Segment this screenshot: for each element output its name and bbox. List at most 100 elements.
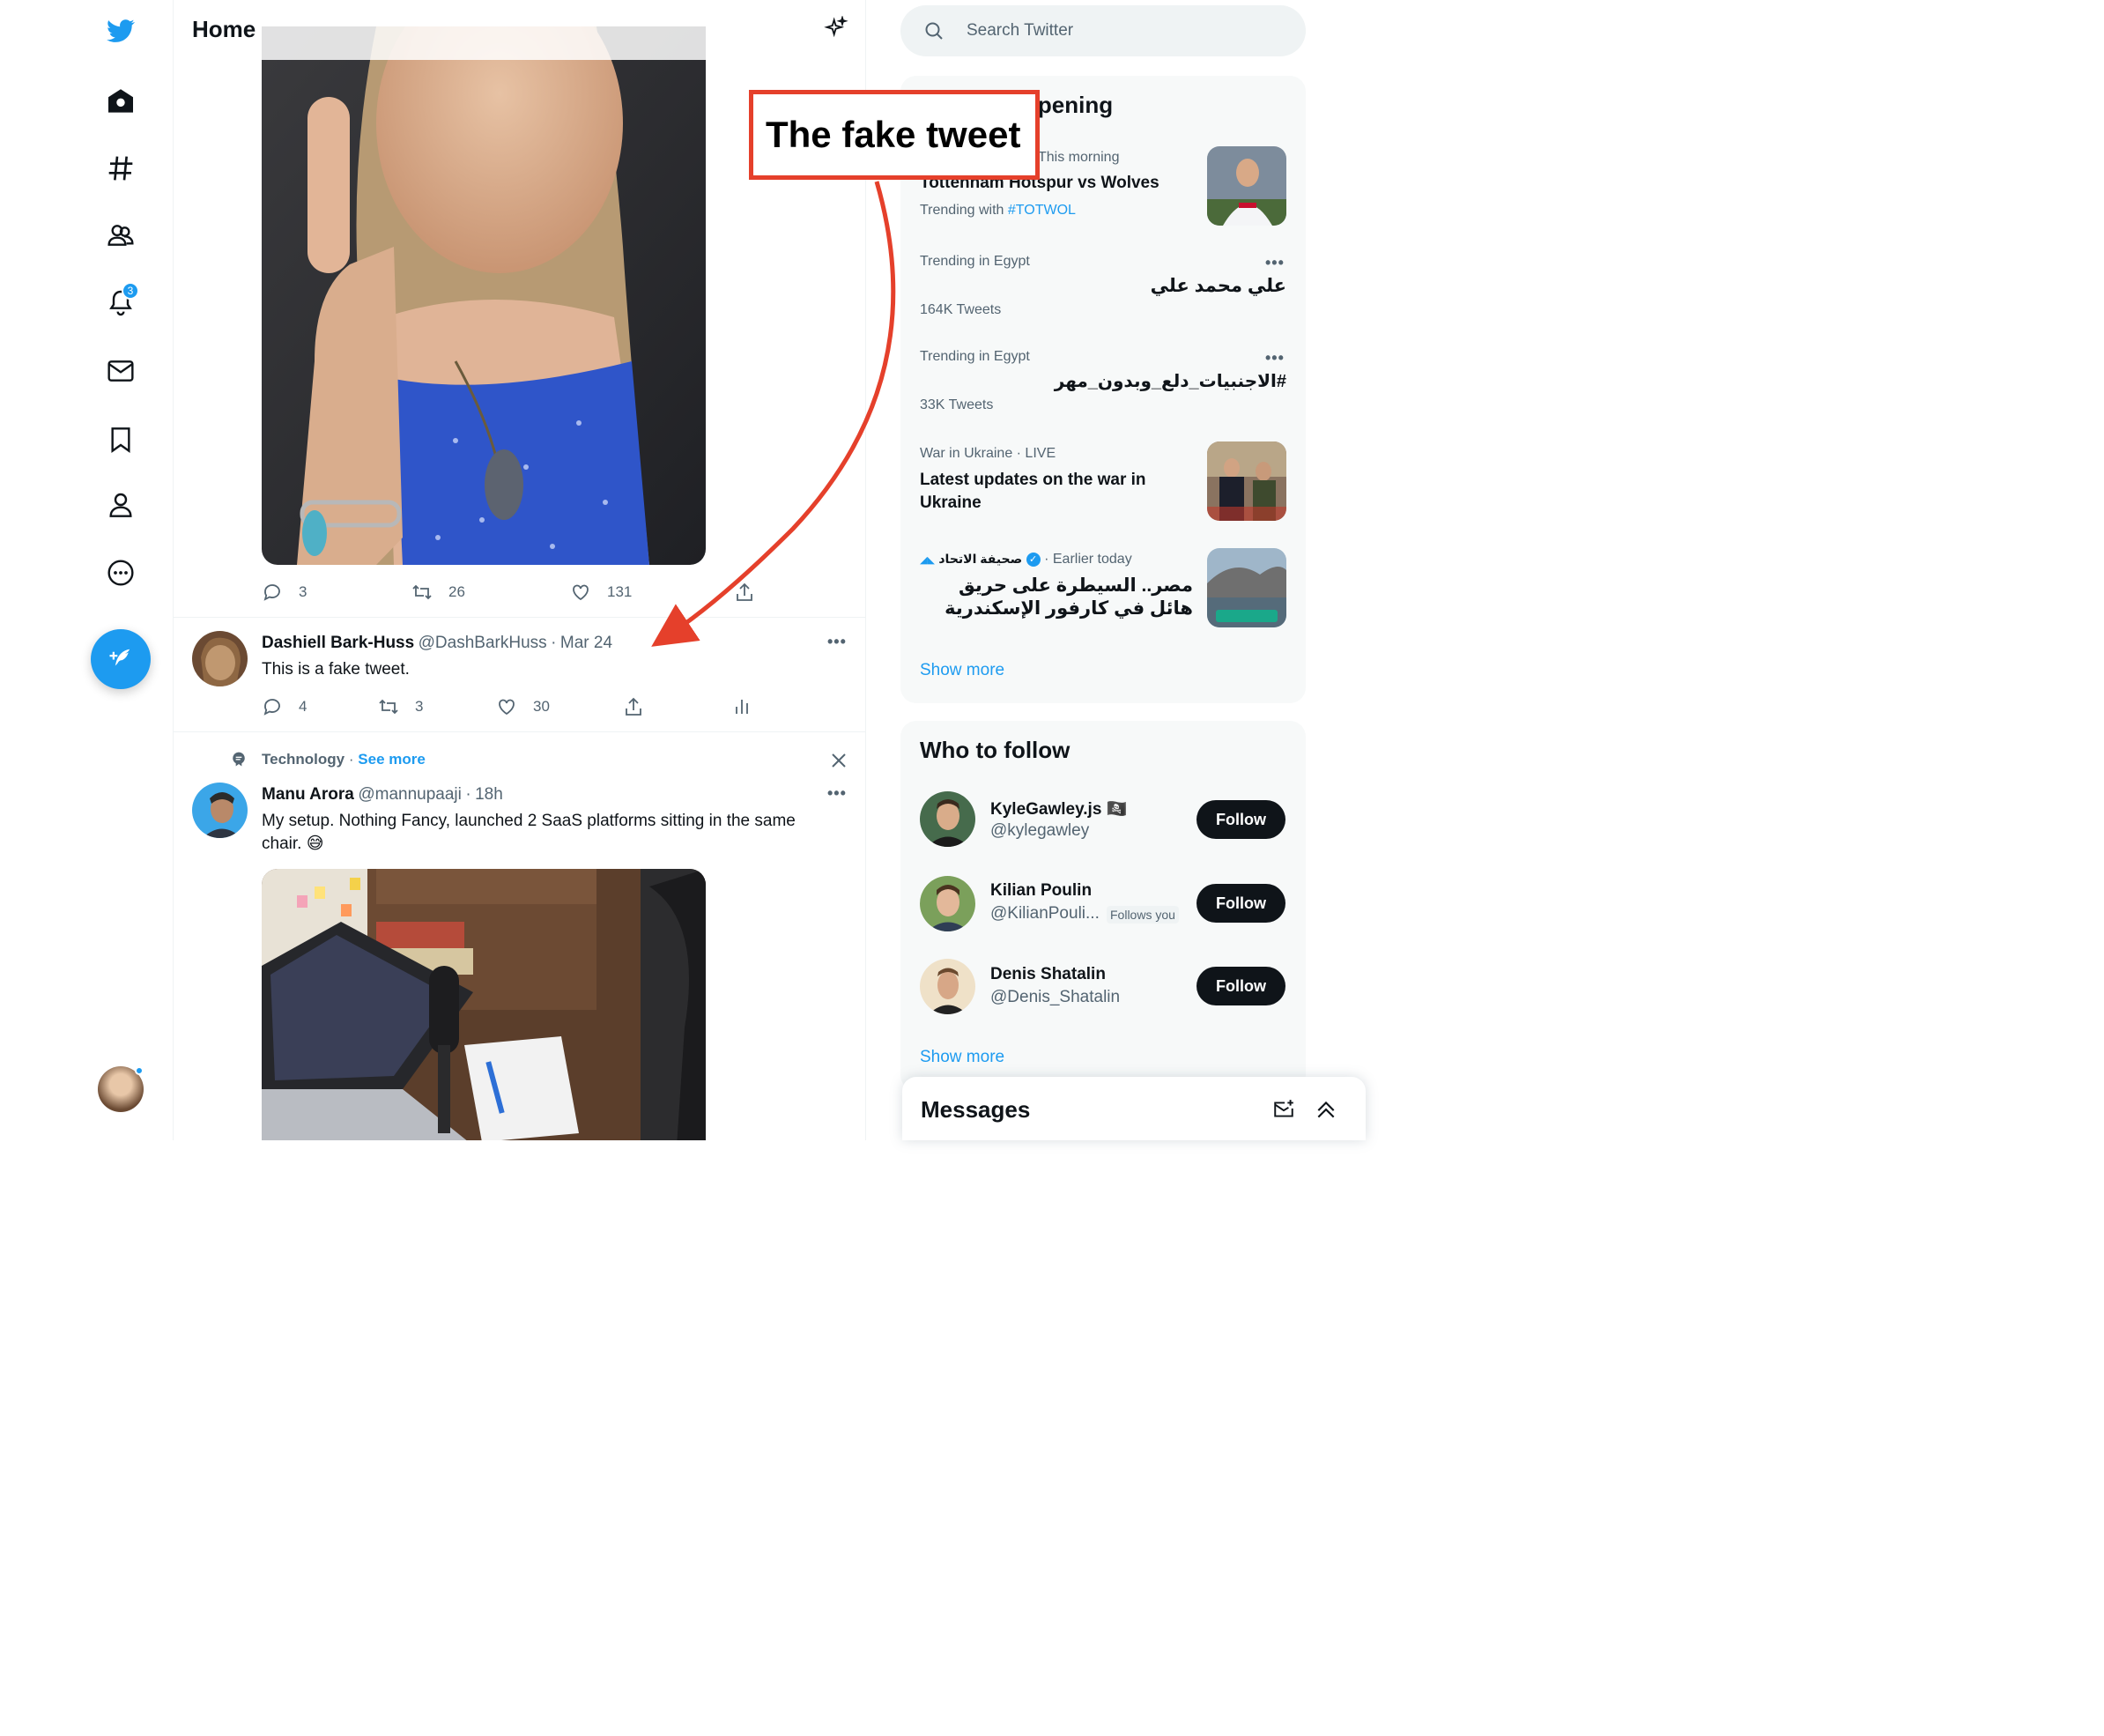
- trend-thumbnail[interactable]: [1207, 146, 1286, 226]
- more-options-icon[interactable]: •••: [827, 784, 847, 803]
- follow-user-name[interactable]: Kilian Poulin: [990, 881, 1092, 901]
- retweet-icon: [412, 584, 432, 600]
- tweet-header: Dashiell Bark-Huss @DashBarkHuss · Mar 2…: [262, 634, 612, 653]
- expand-chevron-up-icon[interactable]: [1315, 1098, 1337, 1121]
- tweet-photo-desk-setup[interactable]: [262, 869, 706, 1140]
- avatar[interactable]: [920, 959, 975, 1014]
- show-more-link[interactable]: Show more: [920, 661, 1004, 680]
- bookmark-icon[interactable]: [99, 418, 143, 462]
- author-handle[interactable]: @mannupaaji: [358, 785, 462, 804]
- trend-tweet-count: 164K Tweets: [920, 302, 1002, 317]
- follow-user-name[interactable]: KyleGawley.js 🏴‍☠️: [990, 798, 1127, 820]
- like-action[interactable]: 30: [496, 696, 550, 717]
- analytics-action[interactable]: [731, 696, 752, 717]
- share-action[interactable]: [734, 582, 755, 603]
- trend-thumbnail[interactable]: [1207, 441, 1286, 521]
- topic-context: Technology · See more: [262, 751, 426, 768]
- more-options-icon[interactable]: •••: [1265, 349, 1285, 367]
- avatar[interactable]: [920, 791, 975, 847]
- reply-action[interactable]: 4: [262, 696, 307, 717]
- communities-icon[interactable]: [99, 213, 143, 257]
- trend-title[interactable]: #الاجنبيات_دلع_وبدون_مهر: [1055, 370, 1286, 392]
- avatar[interactable]: [192, 783, 248, 838]
- dot-separator: ·: [465, 785, 471, 804]
- close-icon[interactable]: [828, 750, 849, 775]
- messages-drawer[interactable]: Messages: [902, 1077, 1366, 1140]
- top-tweets-sparkle-icon[interactable]: [824, 15, 848, 45]
- reply-count: 3: [299, 583, 307, 600]
- follow-button[interactable]: Follow: [1196, 967, 1285, 1005]
- more-icon[interactable]: [99, 551, 143, 595]
- source-name[interactable]: صحيفة الاتحاد: [938, 552, 1022, 566]
- more-options-icon[interactable]: •••: [827, 633, 847, 651]
- more-options-icon[interactable]: •••: [1265, 254, 1285, 272]
- home-icon[interactable]: [99, 79, 143, 123]
- notifications-badge: 3: [122, 282, 139, 300]
- follows-you-badge: Follows you: [1107, 906, 1179, 924]
- show-more-link[interactable]: Show more: [920, 1048, 1004, 1067]
- trend-source-line: ◢◣ صحيفة الاتحاد ✓ · Earlier today: [920, 552, 1132, 568]
- avatar[interactable]: [192, 631, 248, 686]
- trend-title[interactable]: Latest updates on the war in Ukraine: [920, 469, 1184, 515]
- retweet-action[interactable]: 3: [378, 696, 423, 717]
- unread-dot: [135, 1066, 144, 1075]
- avatar[interactable]: [920, 876, 975, 931]
- reply-action[interactable]: 3: [262, 582, 307, 603]
- follow-user-handle[interactable]: @Denis_Shatalin: [990, 988, 1120, 1007]
- tweet-text: My setup. Nothing Fancy, launched 2 SaaS…: [262, 812, 796, 853]
- author-handle[interactable]: @DashBarkHuss: [419, 634, 547, 652]
- analytics-icon: [736, 700, 748, 714]
- profile-icon[interactable]: [99, 483, 143, 527]
- page-title: Home: [192, 16, 256, 42]
- tweet-time[interactable]: Mar 24: [560, 634, 612, 652]
- divider: [174, 731, 865, 732]
- like-action[interactable]: 131: [570, 582, 632, 603]
- retweet-count: 3: [415, 698, 424, 715]
- annotation-callout: The fake tweet: [749, 90, 1040, 180]
- like-heart-icon: [573, 584, 589, 601]
- follow-user-name[interactable]: Denis Shatalin: [990, 965, 1106, 984]
- trend-context: Trending with #TOTWOL: [920, 203, 1076, 219]
- like-count: 30: [533, 698, 550, 715]
- account-avatar[interactable]: [98, 1066, 144, 1112]
- messages-envelope-icon[interactable]: [99, 349, 143, 393]
- author-name[interactable]: Dashiell Bark-Huss: [262, 634, 414, 652]
- feather-plus-icon: [109, 649, 130, 666]
- tweet-photo-selfie[interactable]: [262, 26, 706, 565]
- trend-meta: War in Ukraine · LIVE: [920, 446, 1056, 461]
- like-count: 131: [607, 583, 633, 600]
- tweet-text: This is a fake tweet.: [262, 660, 410, 679]
- trend-hashtag[interactable]: #TOTWOL: [1008, 203, 1076, 218]
- trending-with-label: Trending with: [920, 203, 1004, 218]
- dot-separator: ·: [348, 751, 354, 768]
- reply-count: 4: [299, 698, 307, 715]
- trend-meta: · Earlier today: [1044, 552, 1132, 567]
- trend-meta: This morning: [1038, 150, 1120, 165]
- trend-title[interactable]: مصر.. السيطرة على حريق هائل في كارفور ال…: [920, 575, 1193, 620]
- follow-button[interactable]: Follow: [1196, 800, 1285, 839]
- topic-name[interactable]: Technology: [262, 751, 344, 768]
- trend-title[interactable]: علي محمد علي: [1151, 275, 1286, 297]
- source-logo-icon: ◢◣: [920, 555, 935, 566]
- compose-tweet-button[interactable]: [91, 629, 151, 689]
- follow-user-handle[interactable]: @kylegawley: [990, 821, 1089, 841]
- see-more-link[interactable]: See more: [358, 751, 426, 768]
- twitter-logo-icon[interactable]: [99, 9, 143, 53]
- follow-user-handle[interactable]: @KilianPouli...: [990, 904, 1100, 924]
- follow-button[interactable]: Follow: [1196, 884, 1285, 923]
- new-message-icon[interactable]: [1272, 1098, 1295, 1121]
- tweet-time[interactable]: 18h: [475, 785, 503, 804]
- explore-hashtag-icon[interactable]: [99, 146, 143, 190]
- share-action[interactable]: [623, 696, 644, 717]
- search-bar[interactable]: Search Twitter: [900, 5, 1306, 56]
- retweet-icon: [379, 699, 398, 715]
- share-icon: [737, 582, 752, 601]
- verified-badge-icon: ✓: [1026, 552, 1041, 567]
- search-input[interactable]: Search Twitter: [967, 21, 1073, 41]
- retweet-action[interactable]: 26: [411, 582, 465, 603]
- notifications-bell-icon[interactable]: 3: [99, 280, 143, 324]
- trend-thumbnail[interactable]: [1207, 548, 1286, 627]
- author-name[interactable]: Manu Arora: [262, 785, 354, 804]
- annotation-label: The fake tweet: [766, 114, 1021, 155]
- divider: [174, 617, 865, 618]
